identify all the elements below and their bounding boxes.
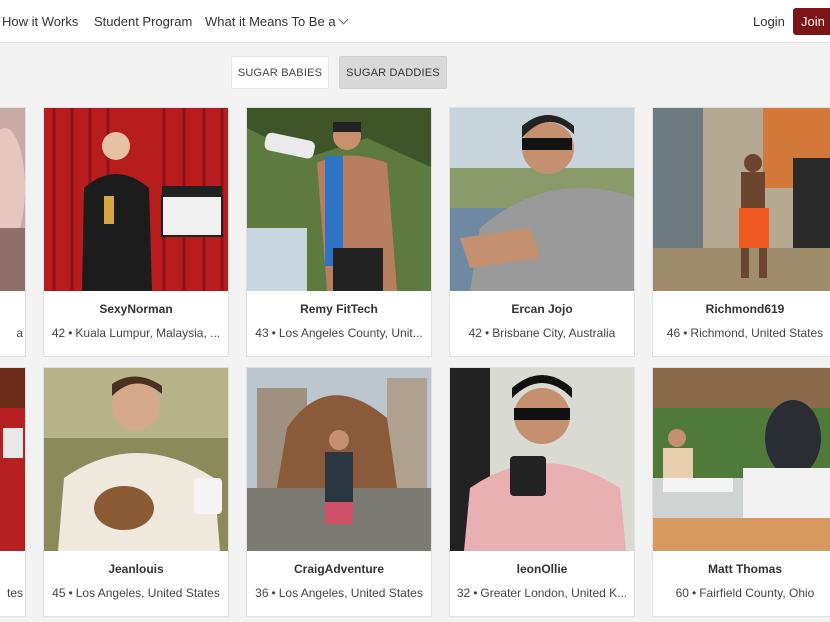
profile-age: 46	[666, 326, 681, 340]
profile-location: 45 • Los Angeles, United States	[44, 586, 228, 600]
profile-location-text: Los Angeles, United States	[75, 586, 220, 600]
profile-card[interactable]: Remy FitTech 43 • Los Angeles County, Unit…	[246, 107, 432, 357]
profile-photo[interactable]	[653, 108, 830, 291]
profile-card[interactable]: Jeanlouis 45 • Los Angeles, United States	[43, 367, 229, 617]
nav-what-it-means-dropdown[interactable]: What it Means To Be a	[205, 14, 348, 29]
nav-what-it-means-label: What it Means To Be a	[205, 14, 336, 29]
profile-name[interactable]: Remy FitTech	[247, 302, 431, 316]
profile-location-text: Los Angeles, United States	[278, 586, 423, 600]
profile-card[interactable]: Richmond619 46 • Richmond, United States	[652, 107, 830, 357]
profile-name[interactable]: SexyNorman	[44, 302, 228, 316]
profile-location-text: Fairfield County, Ohio	[699, 586, 815, 600]
profile-name[interactable]: Jeanlouis	[44, 562, 228, 576]
profile-card[interactable]: CraigAdventure 36 • Los Angeles, United St…	[246, 367, 432, 617]
profile-name[interactable]: CraigAdventure	[247, 562, 431, 576]
join-button[interactable]: Join	[793, 8, 830, 35]
profile-card[interactable]: Matt Thomas 60 • Fairfield County, Ohio	[652, 367, 830, 617]
profile-photo[interactable]	[653, 368, 830, 551]
bullet-icon: •	[484, 326, 490, 340]
profile-card[interactable]: a	[0, 107, 26, 357]
bullet-icon: •	[271, 586, 276, 600]
nav-student-program[interactable]: Student Program	[94, 14, 192, 29]
bullet-icon: •	[68, 326, 73, 340]
profile-location: 43 • Los Angeles County, Unit...	[247, 326, 431, 340]
profile-age: 43	[255, 326, 269, 340]
profile-age: 60	[675, 586, 689, 600]
profile-location: 36 • Los Angeles, United States	[247, 586, 431, 600]
profile-name[interactable]: Ercan Jojo	[450, 302, 634, 316]
profile-photo[interactable]	[450, 108, 634, 291]
profile-photo[interactable]	[44, 368, 228, 551]
profile-location: 46 • Richmond, United States	[653, 326, 830, 340]
profile-card[interactable]: tes	[0, 367, 26, 617]
profile-location: 60 • Fairfield County, Ohio	[653, 586, 830, 600]
profile-location: 42 • Kuala Lumpur, Malaysia, ...	[44, 326, 228, 340]
profile-name[interactable]: leonOllie	[450, 562, 634, 576]
profile-location: tes	[6, 586, 23, 600]
profile-location-text: Richmond, United States	[690, 326, 824, 340]
profile-photo[interactable]	[247, 108, 431, 291]
bullet-icon: •	[473, 586, 478, 600]
profile-age: 45	[52, 586, 66, 600]
profile-photo[interactable]	[450, 368, 634, 551]
profile-location: a	[16, 326, 23, 340]
profile-location: 42 • Brisbane City, Australia	[450, 326, 634, 340]
sugar-babies-toggle[interactable]: SUGAR BABIES	[231, 56, 329, 89]
bullet-icon: •	[691, 586, 697, 600]
login-link[interactable]: Login	[753, 14, 785, 29]
profile-photo[interactable]	[0, 108, 25, 291]
profile-photo[interactable]	[0, 368, 25, 551]
profile-location-text: Brisbane City, Australia	[492, 326, 616, 340]
bullet-icon: •	[683, 326, 688, 340]
profile-card[interactable]: Ercan Jojo 42 • Brisbane City, Australia	[449, 107, 635, 357]
profile-location-text: Kuala Lumpur, Malaysia, ...	[75, 326, 221, 340]
profile-name[interactable]: Matt Thomas	[653, 562, 830, 576]
chevron-down-icon	[338, 14, 348, 25]
profile-age: 42	[51, 326, 66, 340]
profile-age: 42	[468, 326, 482, 340]
nav-how-it-works[interactable]: How it Works	[2, 14, 78, 29]
profile-photo[interactable]	[247, 368, 431, 551]
profile-age: 32	[456, 586, 471, 600]
bullet-icon: •	[68, 586, 73, 600]
profile-card[interactable]: leonOllie 32 • Greater London, United K...	[449, 367, 635, 617]
profile-age: 36	[255, 586, 269, 600]
profile-location-text: Greater London, United K...	[480, 586, 628, 600]
profile-name[interactable]: Richmond619	[653, 302, 830, 316]
sugar-daddies-toggle[interactable]: SUGAR DADDIES	[339, 56, 447, 89]
profile-photo[interactable]	[44, 108, 228, 291]
top-navigation: How it Works Student Program What it Mea…	[0, 0, 830, 43]
profile-card[interactable]: SexyNorman 42 • Kuala Lumpur, Malaysia, ..…	[43, 107, 229, 357]
profile-location-text: Los Angeles County, Unit...	[278, 326, 423, 340]
bullet-icon: •	[271, 326, 276, 340]
profile-location: 32 • Greater London, United K...	[450, 586, 634, 600]
